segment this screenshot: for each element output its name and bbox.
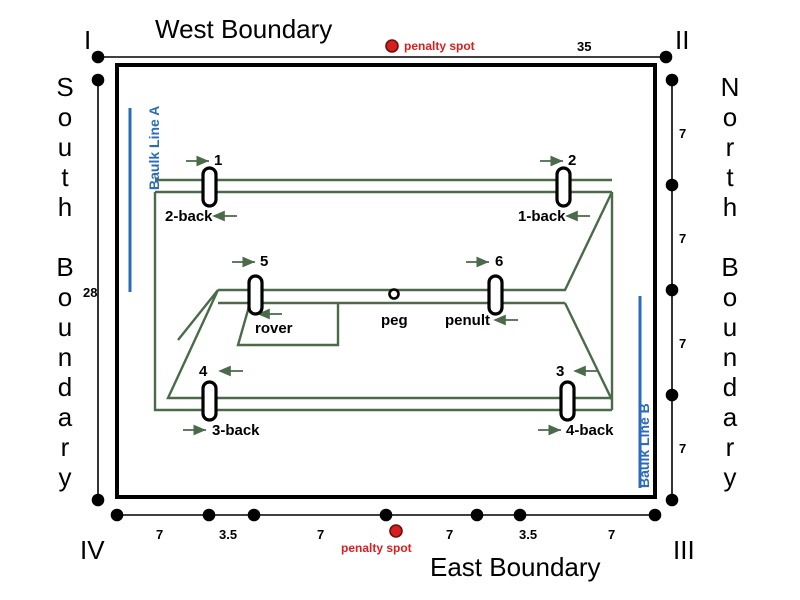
south-ch-u: u xyxy=(57,132,73,162)
hoop-4-number: 4 xyxy=(199,363,208,380)
south-ch-y: y xyxy=(58,462,72,492)
dim-dot-right-1 xyxy=(665,178,679,192)
north-ch-b: B xyxy=(721,252,739,282)
dim-dot-bot-3 xyxy=(379,508,393,522)
path-left-diagonal xyxy=(166,289,612,400)
hoop-5-back-label: rover xyxy=(255,320,293,337)
corner-label-ii: II xyxy=(675,25,690,55)
peg-marker xyxy=(388,288,400,300)
baulk-line-b-label: Baulk Line B xyxy=(636,403,652,488)
dim-bottom-seg-1: 3.5 xyxy=(219,527,238,542)
hoop-1-back-label: 2-back xyxy=(165,208,213,225)
north-ch-d: d xyxy=(722,372,738,402)
north-ch-h: h xyxy=(722,192,738,222)
south-ch-h: h xyxy=(57,192,73,222)
penalty-spot-top-marker xyxy=(385,39,399,53)
court-graphics xyxy=(91,39,679,538)
north-ch-n: N xyxy=(720,72,740,102)
south-ch-o2: o xyxy=(57,282,73,312)
dim-bottom-seg-0: 7 xyxy=(156,527,164,542)
hoop-6-number: 6 xyxy=(495,253,504,270)
dim-dot-bot-2 xyxy=(247,508,261,522)
penalty-spot-bottom-marker xyxy=(389,524,403,538)
dim-dot-right-2 xyxy=(665,283,679,297)
dim-right-seg-3: 7 xyxy=(679,441,687,456)
dim-dot-bot-5 xyxy=(513,508,527,522)
south-ch-u2: u xyxy=(57,312,73,342)
north-ch-y: y xyxy=(723,462,737,492)
north-ch-o2: o xyxy=(722,282,738,312)
north-boundary-label: N o r t h B o u n d a r y xyxy=(710,72,750,492)
south-ch-d: d xyxy=(57,372,73,402)
dim-bottom-seg-5: 7 xyxy=(608,527,616,542)
dim-dot-bot-0 xyxy=(110,508,124,522)
hoop-3-back-label: 4-back xyxy=(566,422,614,439)
croquet-court-diagram: West Boundary East Boundary S o u t h B … xyxy=(0,0,800,600)
east-boundary-label: East Boundary xyxy=(430,552,601,582)
hoop-3-marker xyxy=(559,380,576,422)
south-ch-a: a xyxy=(57,402,73,432)
north-ch-r2: r xyxy=(725,432,735,462)
north-ch-a: a xyxy=(722,402,738,432)
south-ch-r: r xyxy=(60,432,70,462)
hoop-3-number: 3 xyxy=(556,363,565,380)
peg-label: peg xyxy=(381,312,408,329)
hoop-5-marker xyxy=(247,274,264,316)
south-ch-n: n xyxy=(57,342,73,372)
dim-right-seg-1: 7 xyxy=(679,231,687,246)
hoop-1-number: 1 xyxy=(214,152,223,169)
dim-dot-bot-4 xyxy=(470,508,484,522)
north-ch-n2: n xyxy=(722,342,738,372)
path-wedge-upper-right xyxy=(448,191,614,292)
hoop-4-back-label: 3-back xyxy=(212,422,260,439)
hoop-1-marker xyxy=(201,166,218,208)
dim-bottom-seg-4: 3.5 xyxy=(519,527,538,542)
south-gap xyxy=(45,222,85,252)
corner-label-iv: IV xyxy=(80,535,105,565)
dim-dot-right-4 xyxy=(665,493,679,507)
dim-dot-bot-1 xyxy=(202,508,216,522)
dim-right-seg-0: 7 xyxy=(679,126,687,141)
penalty-spot-bottom-label: penalty spot xyxy=(341,541,412,555)
dim-dot-left-top xyxy=(91,73,105,87)
dimension-lines xyxy=(91,50,679,522)
hoop-2-back-label: 1-back xyxy=(518,208,566,225)
west-boundary-label: West Boundary xyxy=(155,14,333,44)
hoop-2-number: 2 xyxy=(568,152,577,169)
penalty-spot-top-label: penalty spot xyxy=(404,39,475,53)
north-ch-r: r xyxy=(725,132,735,162)
north-ch-u: u xyxy=(722,312,738,342)
baulk-line-a-label: Baulk Line A xyxy=(146,105,162,190)
north-ch-o: o xyxy=(722,102,738,132)
south-ch-s: S xyxy=(56,72,74,102)
dim-right-seg-2: 7 xyxy=(679,336,687,351)
dim-dot-top-right xyxy=(659,50,673,64)
south-boundary-label: S o u t h B o u n d a r y xyxy=(45,72,85,492)
dim-left-total: 28 xyxy=(83,285,98,300)
dim-dot-top-left xyxy=(91,50,105,64)
dim-dot-right-0 xyxy=(665,73,679,87)
hoop-5-number: 5 xyxy=(260,253,269,270)
dim-dot-left-bottom xyxy=(91,493,105,507)
corner-label-i: I xyxy=(84,25,92,55)
dim-bottom-seg-3: 7 xyxy=(446,527,454,542)
dim-bottom-seg-2: 7 xyxy=(317,527,325,542)
dim-top-total: 35 xyxy=(577,39,592,54)
south-ch-b: B xyxy=(56,252,74,282)
hoop-6-marker xyxy=(487,274,504,316)
north-gap xyxy=(710,222,750,252)
corner-label-iii: III xyxy=(673,535,695,565)
north-ch-t: t xyxy=(726,162,734,192)
dim-dot-bot-6 xyxy=(648,508,662,522)
hoop-4-marker xyxy=(201,380,218,422)
south-ch-t: t xyxy=(61,162,69,192)
dim-dot-right-3 xyxy=(665,388,679,402)
hoop-6-back-label: penult xyxy=(445,312,490,329)
south-ch-o: o xyxy=(57,102,73,132)
hoop-2-marker xyxy=(555,166,572,208)
